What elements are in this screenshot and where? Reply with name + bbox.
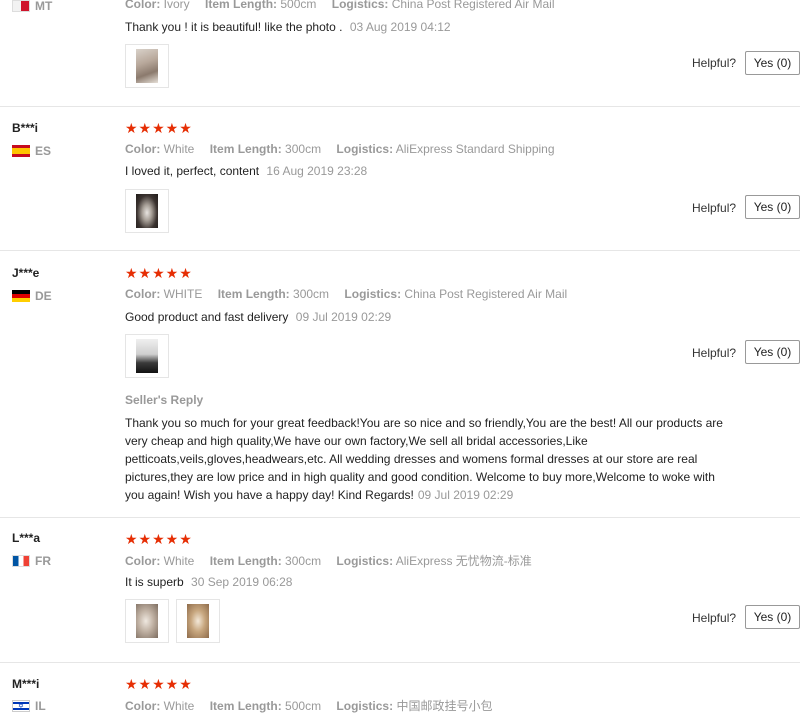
reply-line: Thank you so much for your great feedbac… [125,416,723,430]
review-divider [0,517,800,518]
reviewer-name: B***i [12,121,39,135]
review-meta: Color: White Item Length: 500cm Logistic… [125,697,504,714]
reply-line: pictures,they are low price and in high … [125,470,715,484]
flag-fr-icon [12,555,30,567]
logistics-value: China Post Registered Air Mail [391,0,555,11]
item-length-value: 300cm [293,287,330,301]
seller-reply-text: Thank you so much for your great feedbac… [125,414,745,504]
helpful-yes-button[interactable]: Yes (0) [745,195,800,219]
color-label: Color: [125,554,161,568]
review-date: 09 Jul 2019 02:29 [295,310,392,324]
item-length-label: Item Length: [209,699,282,713]
item-length-label: Item Length: [217,287,290,301]
reviewer-name: M***i [12,677,40,691]
reviewer-country: ES [35,144,52,158]
review-body: I loved it, perfect, content [125,164,260,178]
review-date: 16 Aug 2019 23:28 [266,164,368,178]
reply-last-line: you again! Wish you have a happy day! Ki… [125,488,414,502]
item-length-label: Item Length: [209,142,282,156]
review-meta: Color: WHITE Item Length: 300cm Logistic… [125,287,579,301]
logistics-value: 中国邮政挂号小包 [396,699,493,713]
helpful-label: Helpful? [692,56,737,70]
review-photo[interactable] [125,599,169,643]
reply-line: very cheap and high quality,We have our … [125,434,588,448]
review-body: Thank you ! it is beautiful! like the ph… [125,20,343,34]
color-value: White [163,699,195,713]
flag-mt-icon [12,0,30,12]
color-label: Color: [125,699,161,713]
reviewer-name: L***a [12,531,41,545]
color-value: WHITE [163,287,203,301]
review-meta: Color: Ivory Item Length: 500cm Logistic… [125,0,567,11]
review-text: Good product and fast delivery 09 Jul 20… [125,310,391,324]
item-length-value: 300cm [285,554,322,568]
item-length-label: Item Length: [205,0,278,11]
reviewer-country: FR [35,554,51,568]
review-body: Good product and fast delivery [125,310,289,324]
review-text: Thank you ! it is beautiful! like the ph… [125,20,451,34]
color-label: Color: [125,0,161,11]
color-value: Ivory [163,0,190,11]
color-label: Color: [125,287,161,301]
review-date: 03 Aug 2019 04:12 [349,20,451,34]
helpful-label: Helpful? [692,611,737,625]
helpful-yes-button[interactable]: Yes (0) [745,51,800,75]
review-photo[interactable] [125,44,169,88]
rating-stars: ★★★★★ [125,676,193,692]
review-body: It is superb [125,575,184,589]
logistics-label: Logistics: [336,554,394,568]
review-photo[interactable] [176,599,220,643]
flag-de-icon [12,290,30,302]
reviewer-country: IL [35,699,46,713]
helpful-label: Helpful? [692,201,737,215]
logistics-label: Logistics: [344,287,402,301]
item-length-value: 500cm [280,0,317,11]
color-value: White [163,142,195,156]
logistics-label: Logistics: [331,0,389,11]
reply-line: petticoats,veils,gloves,headwears,etc. A… [125,452,698,466]
review-divider [0,662,800,663]
flag-il-icon: ✡ [12,700,30,712]
review-text: I loved it, perfect, content 16 Aug 2019… [125,164,367,178]
review-divider [0,106,800,107]
flag-es-icon [12,145,30,157]
reply-date: 09 Jul 2019 02:29 [417,488,514,502]
helpful-yes-button[interactable]: Yes (0) [745,340,800,364]
review-divider [0,250,800,251]
logistics-value: AliExpress 无忧物流-标准 [395,554,532,568]
reviewer-name: J***e [12,266,40,280]
rating-stars: ★★★★★ [125,531,193,547]
review-text: It is superb 30 Sep 2019 06:28 [125,575,292,589]
item-length-label: Item Length: [209,554,282,568]
item-length-value: 500cm [285,699,322,713]
logistics-label: Logistics: [336,142,394,156]
rating-stars: ★★★★★ [125,265,193,281]
color-value: White [163,554,195,568]
reviewer-country: DE [35,289,52,303]
sellers-reply-label: Seller's Reply [125,393,204,407]
rating-stars: ★★★★★ [125,120,193,136]
logistics-value: AliExpress Standard Shipping [395,142,555,156]
review-date: 30 Sep 2019 06:28 [191,575,293,589]
logistics-label: Logistics: [336,699,394,713]
logistics-value: China Post Registered Air Mail [404,287,568,301]
reviewer-country: MT [35,0,53,13]
helpful-yes-button[interactable]: Yes (0) [745,605,800,629]
color-label: Color: [125,142,161,156]
helpful-label: Helpful? [692,346,737,360]
item-length-value: 300cm [285,142,322,156]
review-meta: Color: White Item Length: 300cm Logistic… [125,142,567,156]
review-photo[interactable] [125,334,169,378]
reply-line: you again! Wish you have a happy day! Ki… [125,486,745,504]
review-meta: Color: White Item Length: 300cm Logistic… [125,552,544,569]
review-photo[interactable] [125,189,169,233]
